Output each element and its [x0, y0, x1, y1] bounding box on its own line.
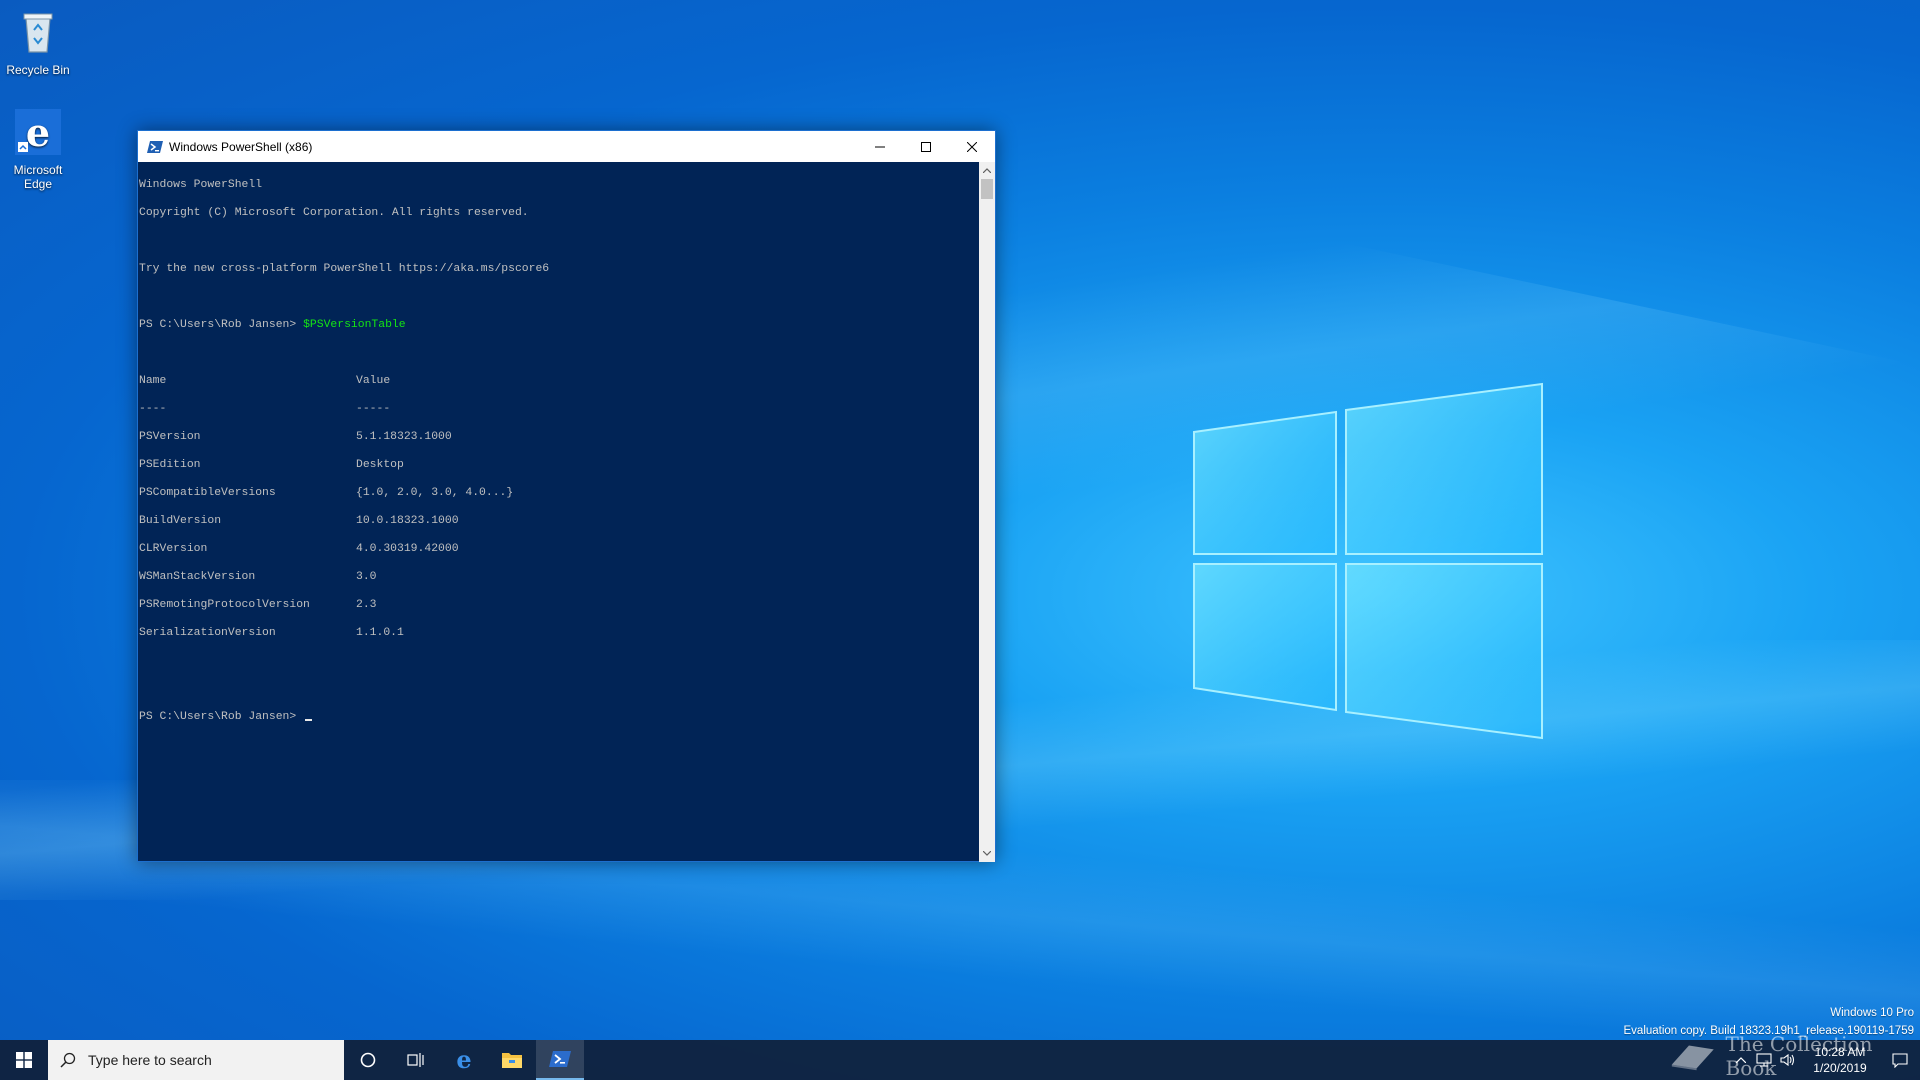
column-header: Name [139, 375, 167, 387]
row-value: 10.0.18323.1000 [356, 515, 459, 527]
task-view-icon [407, 1053, 424, 1067]
table-row: PSRemotingProtocolVersion 2.3 [139, 598, 980, 612]
row-value: {1.0, 2.0, 3.0, 4.0...} [356, 487, 514, 499]
window-title: Windows PowerShell (x86) [169, 139, 313, 154]
table-row: BuildVersion 10.0.18323.1000 [139, 514, 980, 528]
search-placeholder: Type here to search [88, 1052, 212, 1068]
row-name: PSCompatibleVersions [139, 487, 276, 499]
powershell-icon [147, 140, 163, 153]
window-titlebar[interactable]: Windows PowerShell (x86) [138, 131, 995, 162]
powershell-icon [549, 1051, 571, 1067]
console-prompt: PS C:\Users\Rob Jansen> [139, 319, 304, 331]
desktop-icon-label: Recycle Bin [6, 63, 70, 77]
edge-icon: e [15, 109, 61, 155]
taskbar-file-explorer-button[interactable] [488, 1040, 536, 1080]
row-name: CLRVersion [139, 543, 208, 555]
column-separator: ---- [139, 403, 167, 415]
table-header-row: Name Value [139, 374, 980, 388]
row-value: 5.1.18323.1000 [356, 431, 452, 443]
row-value: 3.0 [356, 571, 377, 583]
text-cursor [305, 719, 313, 721]
row-value: 1.1.0.1 [356, 627, 404, 639]
start-button[interactable] [0, 1040, 48, 1080]
scroll-down-button[interactable] [979, 845, 995, 862]
row-name: SerializationVersion [139, 627, 276, 639]
column-separator: ----- [356, 403, 391, 415]
row-name: WSManStackVersion [139, 571, 256, 583]
book-logo-icon [1671, 1045, 1714, 1071]
desktop-icon-label: Microsoft Edge [13, 163, 63, 191]
console-prompt: PS C:\Users\Rob Jansen> [139, 711, 304, 723]
table-separator-row: ---- ----- [139, 402, 980, 416]
maximize-icon [921, 141, 931, 152]
console-input-line[interactable]: PS C:\Users\Rob Jansen> [139, 710, 980, 724]
console-line: Windows PowerShell [139, 179, 263, 191]
file-explorer-icon [502, 1053, 522, 1068]
watermark-edition: Windows 10 Pro [1830, 1007, 1914, 1019]
brand-text: The Collection Book [1725, 1032, 1873, 1080]
row-name: PSVersion [139, 431, 201, 443]
taskbar: Type here to search e 10:28 AM 1/20/2019 [0, 1040, 1920, 1080]
vertical-scrollbar[interactable] [979, 162, 995, 862]
cortana-icon [360, 1052, 376, 1068]
taskbar-search-box[interactable]: Type here to search [48, 1040, 344, 1080]
svg-text:e: e [456, 1049, 471, 1071]
scroll-thumb[interactable] [981, 179, 993, 199]
powershell-window[interactable]: Windows PowerShell (x86) Windows PowerSh… [137, 130, 996, 862]
cortana-button[interactable] [344, 1040, 392, 1080]
row-value: 4.0.30319.42000 [356, 543, 459, 555]
console-line: Copyright (C) Microsoft Corporation. All… [139, 207, 529, 219]
taskbar-powershell-button[interactable] [536, 1040, 584, 1080]
search-icon [60, 1052, 76, 1068]
taskbar-edge-button[interactable]: e [440, 1040, 488, 1080]
table-row: PSCompatibleVersions {1.0, 2.0, 3.0, 4.0.… [139, 486, 980, 500]
console-command-line: PS C:\Users\Rob Jansen> $PSVersionTable [139, 318, 980, 332]
console-command: $PSVersionTable [303, 319, 406, 331]
close-button[interactable] [949, 131, 995, 162]
row-value: 2.3 [356, 599, 377, 611]
minimize-button[interactable] [857, 131, 903, 162]
console-output[interactable]: Windows PowerShell Copyright (C) Microso… [138, 162, 980, 862]
desktop-icon-microsoft-edge[interactable]: e Microsoft Edge [0, 108, 76, 191]
table-row: CLRVersion 4.0.30319.42000 [139, 542, 980, 556]
edge-icon: e [456, 1049, 471, 1071]
task-view-button[interactable] [392, 1040, 440, 1080]
windows-wallpaper-logo-icon [1193, 382, 1543, 740]
svg-text:e: e [26, 110, 50, 155]
scroll-up-button[interactable] [979, 162, 995, 179]
maximize-button[interactable] [903, 131, 949, 162]
table-row: WSManStackVersion 3.0 [139, 570, 980, 584]
row-value: Desktop [356, 459, 404, 471]
column-header: Value [356, 375, 391, 387]
console-line: Try the new cross-platform PowerShell ht… [139, 263, 550, 275]
table-row: SerializationVersion 1.1.0.1 [139, 626, 980, 640]
recycle-bin-icon [23, 13, 53, 53]
chevron-up-icon [983, 168, 991, 173]
row-name: PSEdition [139, 459, 201, 471]
table-row: PSEdition Desktop [139, 458, 980, 472]
row-name: BuildVersion [139, 515, 222, 527]
table-row: PSVersion 5.1.18323.1000 [139, 430, 980, 444]
close-icon [967, 141, 977, 152]
minimize-icon [875, 146, 885, 147]
row-name: PSRemotingProtocolVersion [139, 599, 310, 611]
desktop-icon-recycle-bin[interactable]: Recycle Bin [0, 8, 76, 77]
watermark-brand: The Collection Book [1668, 1032, 1920, 1080]
chevron-down-icon [983, 851, 991, 856]
windows-start-icon [16, 1052, 32, 1068]
